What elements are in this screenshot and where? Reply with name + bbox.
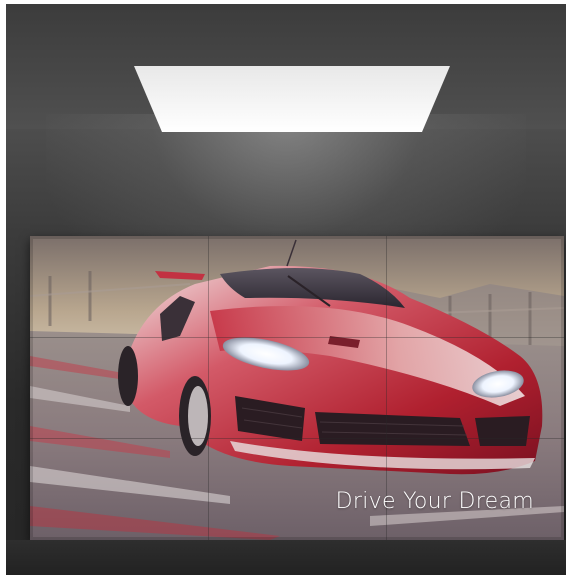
tagline-text: Drive Your Dream (335, 489, 534, 514)
panel-seam (30, 337, 564, 338)
panel-seam (208, 236, 209, 540)
ceiling-light-panel (134, 66, 450, 132)
panel-seam (30, 438, 564, 439)
floor (6, 540, 566, 575)
video-wall-display: Drive Your Dream (30, 236, 564, 540)
room-scene: Drive Your Dream (6, 4, 566, 575)
